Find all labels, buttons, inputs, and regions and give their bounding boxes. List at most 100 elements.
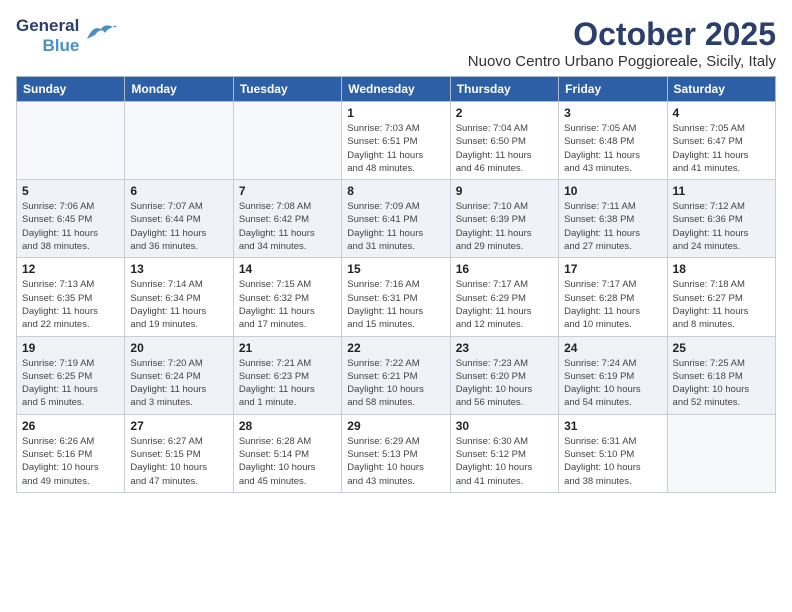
day-number: 27 — [130, 419, 227, 433]
day-number: 12 — [22, 262, 119, 276]
day-number: 21 — [239, 341, 336, 355]
weekday-header-row: SundayMondayTuesdayWednesdayThursdayFrid… — [17, 77, 776, 102]
day-number: 2 — [456, 106, 553, 120]
calendar-day-cell: 30 Sunrise: 6:30 AM Sunset: 5:12 PM Dayli… — [450, 414, 558, 492]
calendar-day-cell: 12Sunrise: 7:13 AM Sunset: 6:35 PM Dayli… — [17, 258, 125, 336]
calendar-day-cell: 22Sunrise: 7:22 AM Sunset: 6:21 PM Dayli… — [342, 336, 450, 414]
day-number: 25 — [673, 341, 770, 355]
weekday-header-sunday: Sunday — [17, 77, 125, 102]
day-info: Sunrise: 7:24 AM Sunset: 6:19 PM Dayligh… — [564, 357, 661, 410]
calendar-day-cell: 29Sunrise: 6:29 AM Sunset: 5:13 PM Dayli… — [342, 414, 450, 492]
day-info: Sunrise: 6:28 AM Sunset: 5:14 PM Dayligh… — [239, 435, 336, 488]
day-number: 19 — [22, 341, 119, 355]
day-number: 22 — [347, 341, 444, 355]
calendar-day-cell: 10 Sunrise: 7:11 AM Sunset: 6:38 PM Dayli… — [559, 180, 667, 258]
calendar-day-cell: 23Sunrise: 7:23 AM Sunset: 6:20 PM Dayli… — [450, 336, 558, 414]
weekday-header-tuesday: Tuesday — [233, 77, 341, 102]
location-subtitle: Nuovo Centro Urbano Poggioreale, Sicily,… — [468, 53, 776, 70]
day-info: Sunrise: 6:30 AM Sunset: 5:12 PM Dayligh… — [456, 435, 553, 488]
calendar-day-cell: 7 Sunrise: 7:08 AM Sunset: 6:42 PM Daylig… — [233, 180, 341, 258]
day-info: Sunrise: 7:15 AM Sunset: 6:32 PM Dayligh… — [239, 278, 336, 331]
calendar-day-cell: 16 Sunrise: 7:17 AM Sunset: 6:29 PM Dayli… — [450, 258, 558, 336]
calendar-day-cell: 27 Sunrise: 6:27 AM Sunset: 5:15 PM Dayli… — [125, 414, 233, 492]
calendar-day-cell: 6Sunrise: 7:07 AM Sunset: 6:44 PM Daylig… — [125, 180, 233, 258]
day-number: 26 — [22, 419, 119, 433]
calendar-day-cell: 28 Sunrise: 6:28 AM Sunset: 5:14 PM Dayli… — [233, 414, 341, 492]
weekday-header-thursday: Thursday — [450, 77, 558, 102]
day-info: Sunrise: 7:14 AM Sunset: 6:34 PM Dayligh… — [130, 278, 227, 331]
day-info: Sunrise: 7:17 AM Sunset: 6:29 PM Dayligh… — [456, 278, 553, 331]
day-number: 9 — [456, 184, 553, 198]
day-number: 4 — [673, 106, 770, 120]
day-info: Sunrise: 7:21 AM Sunset: 6:23 PM Dayligh… — [239, 357, 336, 410]
calendar-day-cell: 15 Sunrise: 7:16 AM Sunset: 6:31 PM Dayli… — [342, 258, 450, 336]
calendar-day-cell: 5Sunrise: 7:06 AM Sunset: 6:45 PM Daylig… — [17, 180, 125, 258]
calendar-day-cell: 18 Sunrise: 7:18 AM Sunset: 6:27 PM Dayli… — [667, 258, 775, 336]
month-year-title: October 2025 — [468, 16, 776, 53]
day-info: Sunrise: 7:17 AM Sunset: 6:28 PM Dayligh… — [564, 278, 661, 331]
calendar-day-cell: 4 Sunrise: 7:05 AM Sunset: 6:47 PM Daylig… — [667, 102, 775, 180]
title-section: October 2025 Nuovo Centro Urbano Poggior… — [468, 16, 776, 70]
day-info: Sunrise: 7:16 AM Sunset: 6:31 PM Dayligh… — [347, 278, 444, 331]
day-info: Sunrise: 7:18 AM Sunset: 6:27 PM Dayligh… — [673, 278, 770, 331]
day-number: 1 — [347, 106, 444, 120]
day-number: 30 — [456, 419, 553, 433]
day-info: Sunrise: 7:08 AM Sunset: 6:42 PM Dayligh… — [239, 200, 336, 253]
day-info: Sunrise: 6:29 AM Sunset: 5:13 PM Dayligh… — [347, 435, 444, 488]
logo-bird-icon — [85, 21, 117, 48]
day-number: 8 — [347, 184, 444, 198]
calendar-day-cell: 11Sunrise: 7:12 AM Sunset: 6:36 PM Dayli… — [667, 180, 775, 258]
weekday-header-saturday: Saturday — [667, 77, 775, 102]
calendar-week-row: 12Sunrise: 7:13 AM Sunset: 6:35 PM Dayli… — [17, 258, 776, 336]
day-number: 31 — [564, 419, 661, 433]
calendar-day-cell: 25 Sunrise: 7:25 AM Sunset: 6:18 PM Dayli… — [667, 336, 775, 414]
day-number: 13 — [130, 262, 227, 276]
day-info: Sunrise: 7:19 AM Sunset: 6:25 PM Dayligh… — [22, 357, 119, 410]
day-info: Sunrise: 7:06 AM Sunset: 6:45 PM Dayligh… — [22, 200, 119, 253]
weekday-header-monday: Monday — [125, 77, 233, 102]
day-number: 16 — [456, 262, 553, 276]
day-number: 10 — [564, 184, 661, 198]
calendar-day-cell: 13 Sunrise: 7:14 AM Sunset: 6:34 PM Dayli… — [125, 258, 233, 336]
calendar-week-row: 5Sunrise: 7:06 AM Sunset: 6:45 PM Daylig… — [17, 180, 776, 258]
calendar-empty-cell — [125, 102, 233, 180]
logo: General Blue — [16, 16, 117, 55]
day-number: 7 — [239, 184, 336, 198]
day-number: 6 — [130, 184, 227, 198]
day-info: Sunrise: 7:05 AM Sunset: 6:47 PM Dayligh… — [673, 122, 770, 175]
logo-blue: Blue — [42, 36, 79, 56]
calendar-day-cell: 2 Sunrise: 7:04 AM Sunset: 6:50 PM Daylig… — [450, 102, 558, 180]
day-number: 18 — [673, 262, 770, 276]
day-number: 14 — [239, 262, 336, 276]
weekday-header-wednesday: Wednesday — [342, 77, 450, 102]
calendar-empty-cell — [667, 414, 775, 492]
day-info: Sunrise: 7:05 AM Sunset: 6:48 PM Dayligh… — [564, 122, 661, 175]
calendar-week-row: 19 Sunrise: 7:19 AM Sunset: 6:25 PM Dayli… — [17, 336, 776, 414]
day-info: Sunrise: 6:31 AM Sunset: 5:10 PM Dayligh… — [564, 435, 661, 488]
day-info: Sunrise: 7:23 AM Sunset: 6:20 PM Dayligh… — [456, 357, 553, 410]
day-info: Sunrise: 7:25 AM Sunset: 6:18 PM Dayligh… — [673, 357, 770, 410]
calendar-day-cell: 14 Sunrise: 7:15 AM Sunset: 6:32 PM Dayli… — [233, 258, 341, 336]
calendar-day-cell: 26Sunrise: 6:26 AM Sunset: 5:16 PM Dayli… — [17, 414, 125, 492]
calendar-day-cell: 3 Sunrise: 7:05 AM Sunset: 6:48 PM Daylig… — [559, 102, 667, 180]
calendar-day-cell: 1Sunrise: 7:03 AM Sunset: 6:51 PM Daylig… — [342, 102, 450, 180]
calendar-week-row: 1Sunrise: 7:03 AM Sunset: 6:51 PM Daylig… — [17, 102, 776, 180]
calendar-empty-cell — [17, 102, 125, 180]
day-info: Sunrise: 7:04 AM Sunset: 6:50 PM Dayligh… — [456, 122, 553, 175]
day-number: 15 — [347, 262, 444, 276]
day-number: 17 — [564, 262, 661, 276]
calendar-day-cell: 20 Sunrise: 7:20 AM Sunset: 6:24 PM Dayli… — [125, 336, 233, 414]
day-info: Sunrise: 7:11 AM Sunset: 6:38 PM Dayligh… — [564, 200, 661, 253]
day-info: Sunrise: 7:20 AM Sunset: 6:24 PM Dayligh… — [130, 357, 227, 410]
day-info: Sunrise: 7:09 AM Sunset: 6:41 PM Dayligh… — [347, 200, 444, 253]
day-info: Sunrise: 6:27 AM Sunset: 5:15 PM Dayligh… — [130, 435, 227, 488]
weekday-header-friday: Friday — [559, 77, 667, 102]
day-number: 3 — [564, 106, 661, 120]
day-number: 20 — [130, 341, 227, 355]
calendar-table: SundayMondayTuesdayWednesdayThursdayFrid… — [16, 76, 776, 493]
calendar-day-cell: 17 Sunrise: 7:17 AM Sunset: 6:28 PM Dayli… — [559, 258, 667, 336]
page-header: General Blue October 2025 Nuovo Centro U… — [16, 16, 776, 70]
calendar-empty-cell — [233, 102, 341, 180]
day-info: Sunrise: 7:10 AM Sunset: 6:39 PM Dayligh… — [456, 200, 553, 253]
day-number: 28 — [239, 419, 336, 433]
